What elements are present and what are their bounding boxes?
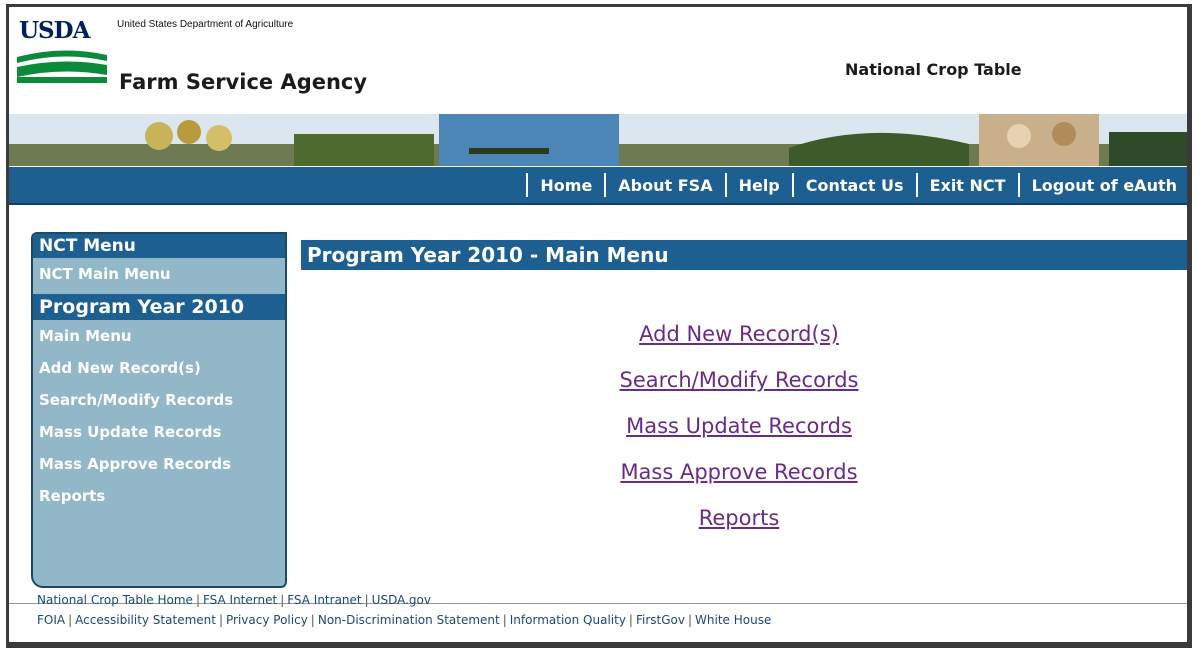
nav-separator xyxy=(604,173,607,197)
main-menu-links: Add New Record(s) Search/Modify Records … xyxy=(489,311,989,541)
top-nav-bar: Home About FSA Help Contact Us Exit NCT … xyxy=(9,167,1187,205)
sidebar-nct-main-menu-link[interactable]: NCT Main Menu xyxy=(33,258,285,290)
app-title: National Crop Table xyxy=(845,60,1022,79)
sidebar-mass-approve-records-link[interactable]: Mass Approve Records xyxy=(33,448,285,480)
footer-foia-link[interactable]: FOIA xyxy=(37,613,65,627)
footer-accessibility-link[interactable]: Accessibility Statement xyxy=(75,613,216,627)
header: USDA United States Department of Agricul… xyxy=(9,7,1187,107)
nav-logout-eauth-link[interactable]: Logout of eAuth xyxy=(1032,176,1177,195)
nav-separator xyxy=(724,173,727,197)
banner-photo-strip xyxy=(9,114,1187,166)
department-name: United States Department of Agriculture xyxy=(117,19,294,30)
footer-fsa-internet-link[interactable]: FSA Internet xyxy=(203,593,277,607)
page-title: Program Year 2010 - Main Menu xyxy=(301,240,1187,270)
nav-separator xyxy=(791,173,794,197)
footer: National Crop Table Home | FSA Internet | FS… xyxy=(37,590,771,630)
footer-fsa-intranet-link[interactable]: FSA Intranet xyxy=(287,593,361,607)
footer-separator: | xyxy=(310,613,315,627)
sidebar-menu: NCT Menu NCT Main Menu Program Year 2010… xyxy=(31,232,287,588)
footer-privacy-link[interactable]: Privacy Policy xyxy=(226,613,308,627)
top-nav-links: Home About FSA Help Contact Us Exit NCT … xyxy=(514,167,1185,203)
logo-text: USDA xyxy=(19,17,90,44)
search-modify-records-link[interactable]: Search/Modify Records xyxy=(489,357,989,403)
footer-separator: | xyxy=(68,613,73,627)
footer-usda-gov-link[interactable]: USDA.gov xyxy=(372,593,431,607)
nav-home-link[interactable]: Home xyxy=(540,176,592,195)
mass-approve-records-link[interactable]: Mass Approve Records xyxy=(489,449,989,495)
footer-row-2: FOIA | Accessibility Statement | Privacy Pol… xyxy=(37,610,771,630)
sidebar-title: NCT Menu xyxy=(33,234,285,258)
nav-separator xyxy=(526,173,529,197)
sidebar-year-header: Program Year 2010 xyxy=(33,294,285,320)
usda-leaf-icon xyxy=(17,50,107,83)
mass-update-records-link[interactable]: Mass Update Records xyxy=(489,403,989,449)
footer-separator: | xyxy=(502,613,507,627)
footer-separator: | xyxy=(628,613,633,627)
nav-about-fsa-link[interactable]: About FSA xyxy=(618,176,712,195)
nav-exit-nct-link[interactable]: Exit NCT xyxy=(930,176,1006,195)
nav-contact-us-link[interactable]: Contact Us xyxy=(806,176,904,195)
footer-separator: | xyxy=(364,593,369,607)
sidebar-mass-update-records-link[interactable]: Mass Update Records xyxy=(33,416,285,448)
usda-logo[interactable]: USDA xyxy=(17,17,109,83)
footer-separator: | xyxy=(280,593,285,607)
footer-white-house-link[interactable]: White House xyxy=(695,613,771,627)
add-new-records-link[interactable]: Add New Record(s) xyxy=(489,311,989,357)
page-frame: USDA United States Department of Agricul… xyxy=(6,4,1192,648)
footer-firstgov-link[interactable]: FirstGov xyxy=(636,613,685,627)
reports-link[interactable]: Reports xyxy=(489,495,989,541)
footer-separator: | xyxy=(195,593,200,607)
footer-separator: | xyxy=(218,613,224,627)
sidebar-search-modify-records-link[interactable]: Search/Modify Records xyxy=(33,384,285,416)
sidebar-reports-link[interactable]: Reports xyxy=(33,480,285,512)
banner-photo xyxy=(9,114,1187,166)
sidebar-main-menu-link[interactable]: Main Menu xyxy=(33,320,285,352)
footer-row-1: National Crop Table Home | FSA Internet | FS… xyxy=(37,590,771,610)
nav-separator xyxy=(1017,173,1020,197)
footer-separator: | xyxy=(687,613,693,627)
footer-nct-home-link[interactable]: National Crop Table Home xyxy=(37,593,193,607)
footer-information-quality-link[interactable]: Information Quality xyxy=(510,613,626,627)
agency-name: Farm Service Agency xyxy=(119,70,368,94)
footer-non-discrimination-link[interactable]: Non-Discrimination Statement xyxy=(318,613,500,627)
nav-help-link[interactable]: Help xyxy=(739,176,780,195)
nav-separator xyxy=(915,173,918,197)
sidebar-add-new-records-link[interactable]: Add New Record(s) xyxy=(33,352,285,384)
